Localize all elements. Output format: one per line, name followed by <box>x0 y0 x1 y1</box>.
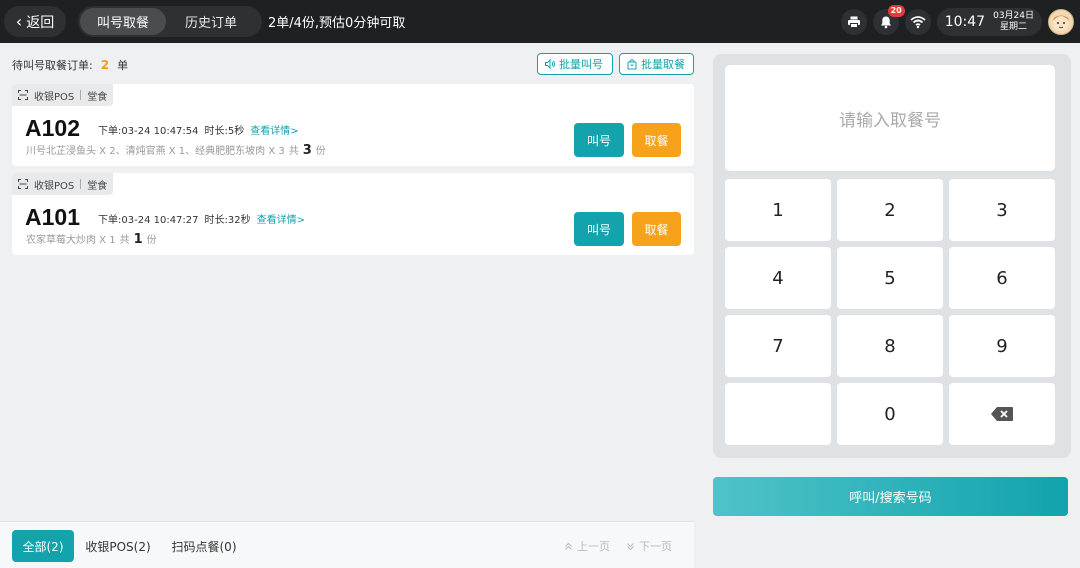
filter-all[interactable]: 全部(2) <box>12 530 74 562</box>
order-tag-bar: 收银POS 堂食 <box>12 173 114 195</box>
printer-button[interactable] <box>840 8 867 35</box>
keypad-pane: 请输入取餐号 1 2 3 4 5 6 7 8 9 0 呼叫/搜索号码 <box>704 43 1080 568</box>
wifi-status <box>904 8 931 35</box>
double-chevron-down-icon <box>627 542 634 550</box>
pickup-button[interactable]: 取餐 <box>632 123 681 157</box>
pending-label: 待叫号取餐订单: <box>12 59 93 72</box>
user-avatar-icon <box>1053 14 1069 31</box>
key-9[interactable]: 9 <box>949 315 1055 377</box>
order-meta: 下单:03-24 10:47:54 时长:5秒 查看详情> <box>98 122 299 137</box>
order-total-qty: 3 <box>302 143 312 158</box>
order-duration: 时长:32秒 <box>204 215 251 226</box>
view-detail-link[interactable]: 查看详情> <box>250 122 298 137</box>
order-total-prefix: 共 <box>288 146 299 157</box>
date-text: 03月24日 <box>993 10 1034 21</box>
order-type-tag: 堂食 <box>87 91 108 103</box>
order-source-tag: 收银POS <box>34 180 75 192</box>
order-total-unit: 份 <box>146 235 157 246</box>
backspace-key[interactable] <box>949 383 1055 445</box>
pending-orders-info: 待叫号取餐订单: 2 单 <box>12 57 128 73</box>
clock-time: 10:47 <box>944 13 986 30</box>
order-total-unit: 份 <box>315 146 326 157</box>
speaker-icon <box>545 58 555 70</box>
chevron-left-icon: ‹ <box>15 11 23 31</box>
order-total-prefix: 共 <box>119 235 130 246</box>
key-7[interactable]: 7 <box>725 315 831 377</box>
next-page-button[interactable]: 下一页 <box>626 530 672 562</box>
wifi-icon <box>910 15 926 28</box>
backspace-icon <box>991 407 1013 421</box>
order-items: 农家草莓大炒肉 X 1 共 1 份 <box>26 231 157 247</box>
key-5[interactable]: 5 <box>837 247 943 309</box>
key-4[interactable]: 4 <box>725 247 831 309</box>
order-type-tag: 堂食 <box>87 180 108 192</box>
notification-badge: 20 <box>887 4 905 17</box>
order-list-pane: 待叫号取餐订单: 2 单 批量叫号 批量取餐 收银POS 堂食 A102 下单:… <box>0 43 704 568</box>
order-card: 收银POS 堂食 A102 下单:03-24 10:47:54 时长:5秒 查看… <box>12 84 694 166</box>
filter-bar: 全部(2) 收银POS(2) 扫码点餐(0) 上一页 下一页 <box>0 521 694 568</box>
order-meta: 下单:03-24 10:47:27 时长:32秒 查看详情> <box>98 211 305 226</box>
tab-call-pickup[interactable]: 叫号取餐 <box>80 8 166 35</box>
back-label: 返回 <box>26 14 55 31</box>
keypad-panel: 请输入取餐号 1 2 3 4 5 6 7 8 9 0 <box>713 54 1071 458</box>
double-chevron-up-icon <box>565 542 572 550</box>
key-2[interactable]: 2 <box>837 179 943 241</box>
batch-call-label: 批量叫号 <box>559 58 603 71</box>
notification-button[interactable]: 20 <box>872 4 905 35</box>
order-source-tag: 收银POS <box>34 91 75 103</box>
weekday-text: 星期二 <box>1000 21 1028 32</box>
tab-history-orders[interactable]: 历史订单 <box>166 8 256 35</box>
prev-page-label: 上一页 <box>577 540 610 553</box>
tab-group: 叫号取餐 历史订单 <box>78 6 262 37</box>
order-number: A102 <box>25 115 80 141</box>
call-number-button[interactable]: 叫号 <box>574 212 624 246</box>
filter-pos[interactable]: 收银POS(2) <box>82 530 154 562</box>
order-time: 下单:03-24 10:47:27 <box>98 215 199 226</box>
order-duration: 时长:5秒 <box>204 126 245 137</box>
call-search-button[interactable]: 呼叫/搜索号码 <box>713 477 1068 516</box>
clock: 10:47 03月24日 星期二 <box>936 7 1042 36</box>
pending-unit: 单 <box>117 59 129 72</box>
printer-icon <box>847 16 860 28</box>
batch-call-button[interactable]: 批量叫号 <box>537 53 613 75</box>
status-cluster: 20 10:47 03月24日 星期二 <box>840 4 1074 38</box>
view-detail-link[interactable]: 查看详情> <box>257 211 305 226</box>
shopping-bag-icon <box>627 59 637 70</box>
pickup-button[interactable]: 取餐 <box>632 212 681 246</box>
order-items-text: 农家草莓大炒肉 X 1 <box>26 235 116 246</box>
key-0[interactable]: 0 <box>837 383 943 445</box>
pos-scan-icon <box>18 179 28 189</box>
bell-icon <box>880 16 891 28</box>
pending-count: 2 <box>100 58 110 72</box>
top-bar: ‹ 返回 叫号取餐 历史订单 2单/4份,预估0分钟可取 20 10:47 03… <box>0 0 1080 43</box>
batch-pickup-label: 批量取餐 <box>641 58 685 71</box>
clock-date: 03月24日 星期二 <box>993 11 1034 33</box>
order-summary: 2单/4份,预估0分钟可取 <box>268 16 406 31</box>
batch-pickup-button[interactable]: 批量取餐 <box>619 53 694 75</box>
tag-divider <box>80 179 82 189</box>
filter-scan-order[interactable]: 扫码点餐(0) <box>166 530 242 562</box>
call-number-button[interactable]: 叫号 <box>574 123 624 157</box>
order-total-qty: 1 <box>133 232 143 247</box>
pickup-number-input[interactable]: 请输入取餐号 <box>725 65 1055 171</box>
order-items-text: 川号北芷浸鱼头 X 2、清炖官燕 X 1、经典肥肥东坡肉 X 3 <box>26 146 285 157</box>
back-button[interactable]: ‹ 返回 <box>4 6 66 37</box>
key-blank[interactable] <box>725 383 831 445</box>
prev-page-button[interactable]: 上一页 <box>564 530 610 562</box>
order-items: 川号北芷浸鱼头 X 2、清炖官燕 X 1、经典肥肥东坡肉 X 3 共 3 份 <box>26 142 326 158</box>
key-3[interactable]: 3 <box>949 179 1055 241</box>
avatar[interactable] <box>1048 8 1074 35</box>
pos-scan-icon <box>18 90 28 100</box>
key-6[interactable]: 6 <box>949 247 1055 309</box>
order-tag-bar: 收银POS 堂食 <box>12 84 114 106</box>
tag-divider <box>80 90 82 100</box>
order-card: 收银POS 堂食 A101 下单:03-24 10:47:27 时长:32秒 查… <box>12 173 694 255</box>
order-time: 下单:03-24 10:47:54 <box>98 126 199 137</box>
key-1[interactable]: 1 <box>725 179 831 241</box>
order-number: A101 <box>25 204 80 230</box>
key-8[interactable]: 8 <box>837 315 943 377</box>
next-page-label: 下一页 <box>639 540 672 553</box>
